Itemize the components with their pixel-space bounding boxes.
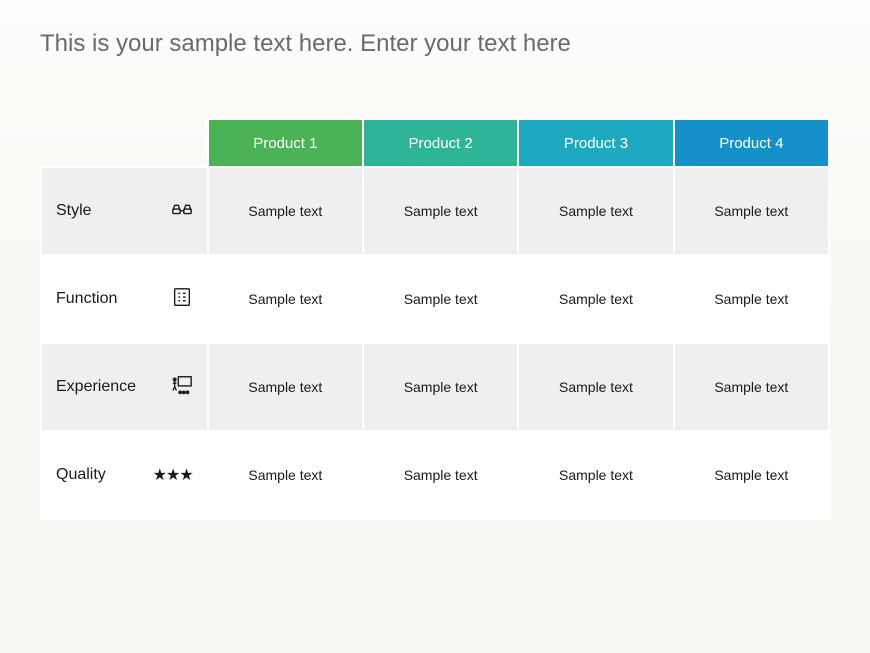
table-row: Experience Sample text Sample text Sampl…: [41, 343, 829, 431]
glasses-icon: [171, 198, 193, 225]
table-cell: Sample text: [363, 343, 518, 431]
slide-title: This is your sample text here. Enter you…: [40, 30, 850, 58]
table-cell: Sample text: [674, 343, 829, 431]
row-label-function: Function: [56, 290, 117, 308]
column-header-product-4: Product 4: [674, 119, 829, 167]
table-cell: Sample text: [208, 255, 363, 343]
table-cell: Sample text: [363, 167, 518, 255]
table-cell: Sample text: [674, 167, 829, 255]
table-cell: Sample text: [674, 255, 829, 343]
table-cell: Sample text: [208, 167, 363, 255]
stars-icon: ★★★: [153, 465, 193, 485]
table-row: Quality ★★★ Sample text Sample text Samp…: [41, 431, 829, 519]
table-blank-header: [41, 119, 208, 167]
table-cell: Sample text: [363, 255, 518, 343]
table-row: Function Sample text Sample text Sample …: [41, 255, 829, 343]
checklist-icon: [171, 286, 193, 313]
row-label-experience: Experience: [56, 378, 136, 396]
table-cell: Sample text: [674, 431, 829, 519]
column-header-product-2: Product 2: [363, 119, 518, 167]
comparison-table: Product 1 Product 2 Product 3 Product 4 …: [40, 118, 830, 520]
table-cell: Sample text: [518, 255, 673, 343]
table-cell: Sample text: [518, 167, 673, 255]
table-cell: Sample text: [518, 431, 673, 519]
column-header-product-3: Product 3: [518, 119, 673, 167]
table-cell: Sample text: [363, 431, 518, 519]
column-header-product-1: Product 1: [208, 119, 363, 167]
table-row: Style Sample text Sample text Sample tex…: [41, 167, 829, 255]
row-label-style: Style: [56, 202, 92, 220]
row-label-quality: Quality: [56, 466, 106, 484]
table-cell: Sample text: [518, 343, 673, 431]
presentation-icon: [171, 374, 193, 401]
table-cell: Sample text: [208, 431, 363, 519]
table-cell: Sample text: [208, 343, 363, 431]
